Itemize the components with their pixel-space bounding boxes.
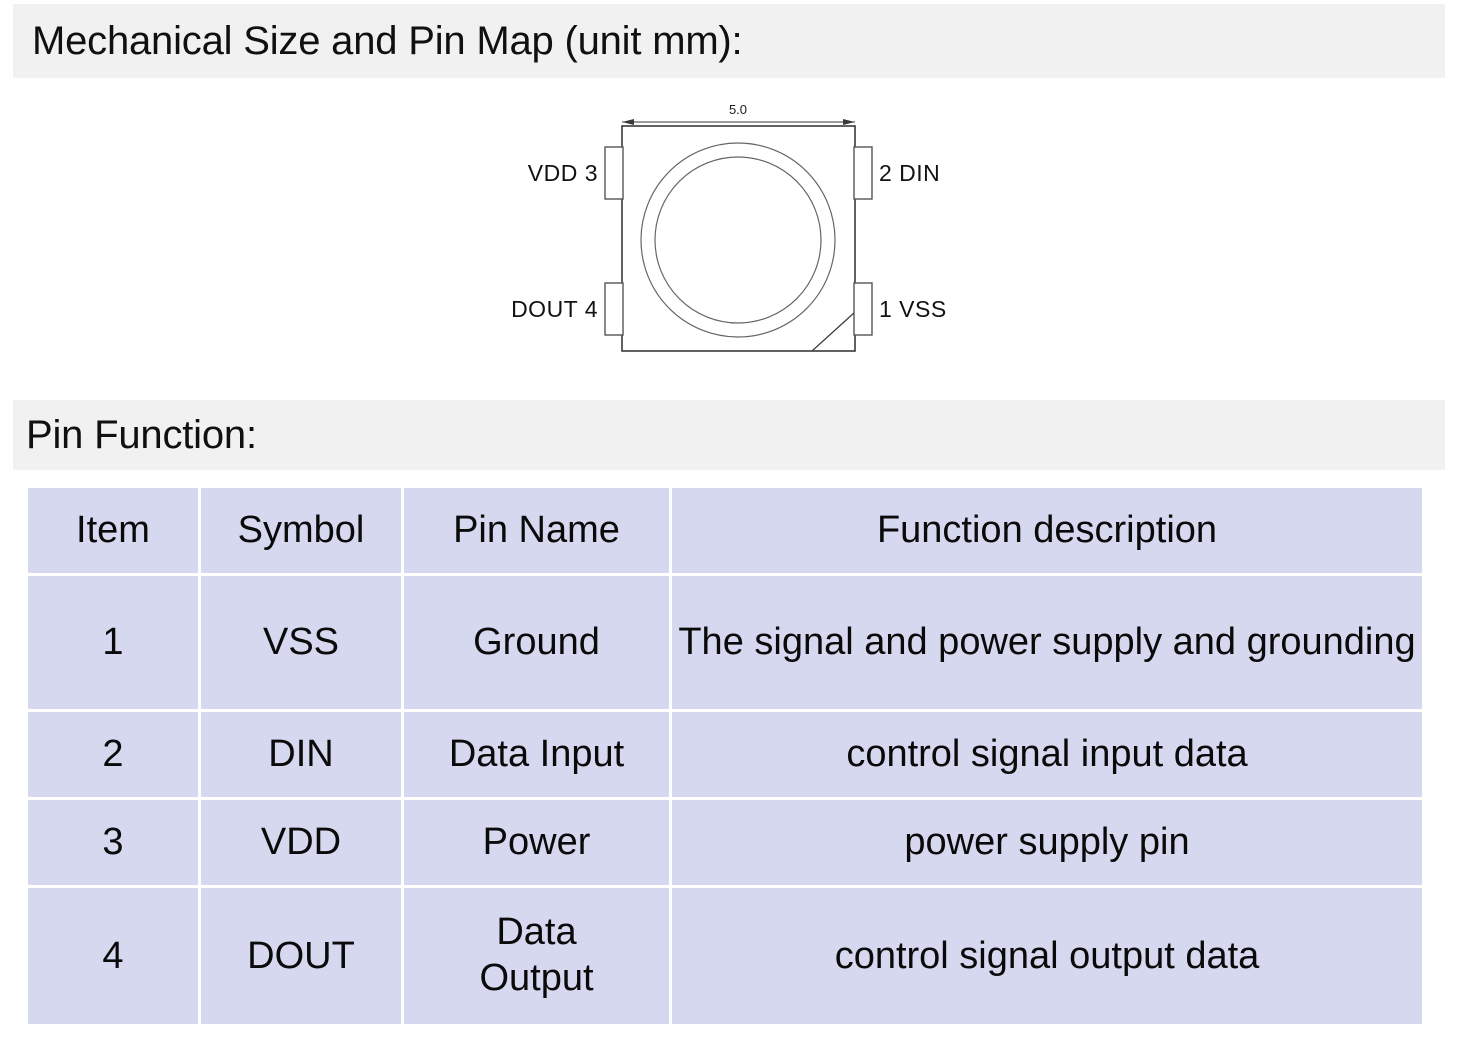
cell-symbol: VSS <box>201 576 401 709</box>
led-package-diagram: 5.0 VDD 3 2 DIN DOUT 4 1 VSS <box>511 102 947 352</box>
mechanical-size-title: Mechanical Size and Pin Map (unit mm): <box>32 18 743 63</box>
cell-item: 3 <box>28 800 198 885</box>
pin-label-din-2: 2 DIN <box>879 160 940 186</box>
mechanical-drawing-region: 5.0 VDD 3 2 DIN DOUT 4 1 VSS <box>0 78 1458 398</box>
table-row: 3 VDD Power power supply pin <box>28 800 1422 885</box>
table-row: 2 DIN Data Input control signal input da… <box>28 712 1422 797</box>
cell-function: power supply pin <box>672 800 1422 885</box>
pin-function-title: Pin Function: <box>26 412 257 457</box>
cell-pin-name-line1: Data <box>496 911 577 954</box>
cell-pin-name: Data Output <box>404 888 669 1024</box>
column-header-symbol: Symbol <box>201 488 401 573</box>
pin-function-heading-band: Pin Function: <box>13 400 1445 470</box>
column-header-pin-name: Pin Name <box>404 488 669 573</box>
package-body-outline <box>621 125 856 352</box>
cell-pin-name: Ground <box>404 576 669 709</box>
mechanical-size-heading-band: Mechanical Size and Pin Map (unit mm): <box>13 4 1445 78</box>
cell-item: 4 <box>28 888 198 1024</box>
cell-symbol: DIN <box>201 712 401 797</box>
cell-item: 2 <box>28 712 198 797</box>
cell-item: 1 <box>28 576 198 709</box>
table-row: 1 VSS Ground The signal and power supply… <box>28 576 1422 709</box>
cell-symbol: DOUT <box>201 888 401 1024</box>
pin-label-vss-1: 1 VSS <box>879 296 947 322</box>
cell-pin-name: Power <box>404 800 669 885</box>
cell-function: The signal and power supply and groundin… <box>672 576 1422 709</box>
cell-function: control signal input data <box>672 712 1422 797</box>
cell-pin-name-line2: Output <box>479 957 594 999</box>
cell-symbol: VDD <box>201 800 401 885</box>
column-header-function: Function description <box>672 488 1422 573</box>
pad-pin3 <box>604 146 624 200</box>
pin-function-table: Item Symbol Pin Name Function descriptio… <box>25 485 1425 1027</box>
pin-label-vdd-3: VDD 3 <box>528 160 598 186</box>
cell-pin-name: Data Input <box>404 712 669 797</box>
pad-pin2 <box>853 146 873 200</box>
table-row: 4 DOUT Data Output control signal output… <box>28 888 1422 1024</box>
pin-label-dout-4: DOUT 4 <box>511 296 598 322</box>
column-header-item: Item <box>28 488 198 573</box>
table-header-row: Item Symbol Pin Name Function descriptio… <box>28 488 1422 573</box>
pad-pin4 <box>604 282 624 336</box>
pad-pin1 <box>853 282 873 336</box>
dimension-value-label: 5.0 <box>729 102 747 117</box>
cell-function: control signal output data <box>672 888 1422 1024</box>
